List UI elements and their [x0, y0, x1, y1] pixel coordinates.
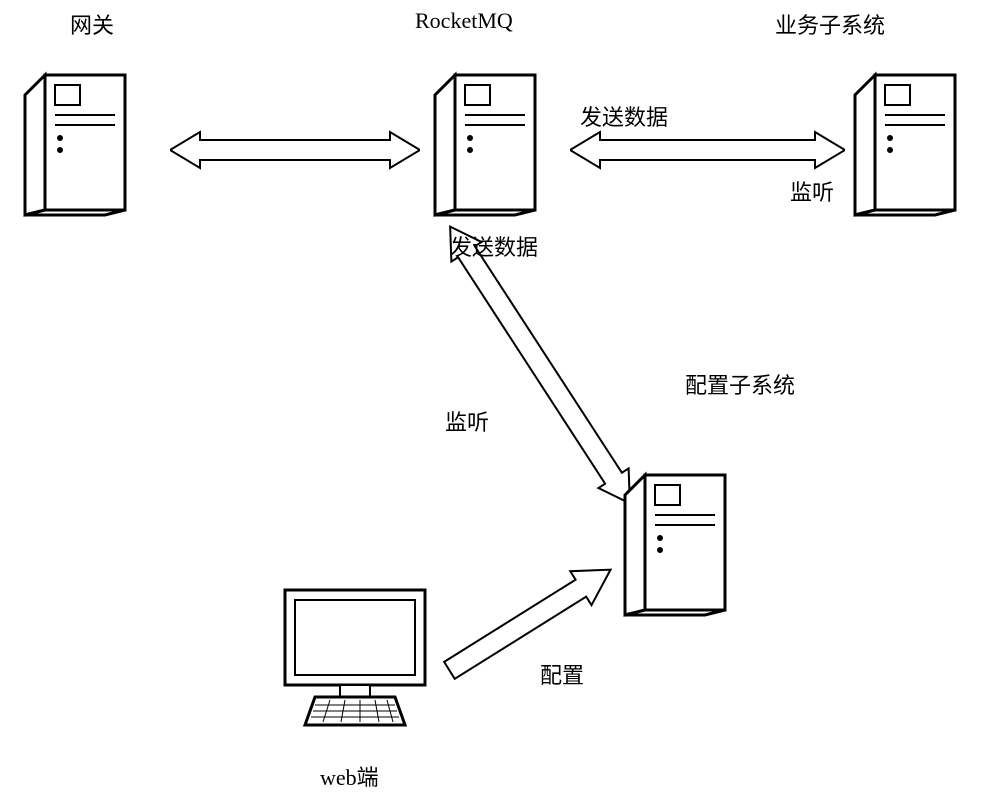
business-server-icon — [845, 70, 975, 220]
web-config-arrow-icon — [440, 560, 620, 680]
listen-2-label: 监听 — [445, 405, 489, 437]
rocketmq-business-arrow-icon — [570, 130, 845, 170]
gateway-server-icon — [15, 70, 145, 220]
rocketmq-label: RocketMQ — [415, 8, 513, 34]
business-subsystem-label: 业务子系统 — [775, 8, 885, 40]
config-label: 配置 — [540, 658, 584, 690]
web-monitor-icon — [275, 580, 435, 730]
gateway-rocketmq-arrow-icon — [170, 130, 420, 170]
send-data-2-label: 发送数据 — [450, 230, 538, 262]
config-subsystem-label: 配置子系统 — [685, 368, 795, 400]
send-data-1-label: 发送数据 — [580, 100, 668, 132]
rocketmq-server-icon — [425, 70, 555, 220]
gateway-label: 网关 — [70, 8, 114, 40]
listen-1-label: 监听 — [790, 175, 834, 207]
config-server-icon — [615, 470, 745, 620]
rocketmq-config-arrow-icon — [430, 225, 650, 505]
web-end-label: web端 — [320, 760, 379, 792]
